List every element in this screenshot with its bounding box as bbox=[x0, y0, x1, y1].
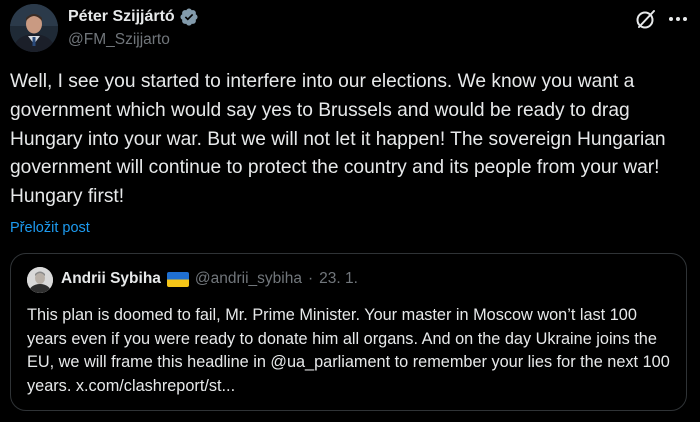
author-display-name[interactable]: Péter Szijjártó bbox=[68, 8, 175, 26]
grok-icon[interactable] bbox=[635, 8, 657, 30]
quoted-author-avatar-image bbox=[27, 267, 53, 293]
quoted-separator: · bbox=[307, 270, 314, 287]
post-text: Well, I see you started to interfere int… bbox=[10, 71, 666, 208]
quoted-author-handle[interactable]: @andrii_sybiha bbox=[195, 270, 302, 288]
quoted-post-text: This plan is doomed to fail, Mr. Prime M… bbox=[27, 306, 670, 395]
quoted-author-name[interactable]: Andrii Sybiha bbox=[61, 270, 161, 288]
author-info: Péter Szijjártó @FM_Szijjarto bbox=[68, 7, 199, 49]
author-avatar-image bbox=[10, 4, 58, 52]
author-avatar[interactable] bbox=[10, 4, 58, 52]
verified-badge-icon[interactable] bbox=[179, 7, 199, 27]
author-name-row: Péter Szijjártó bbox=[68, 7, 199, 27]
post: Péter Szijjártó @FM_Szijjarto Well, I se… bbox=[0, 0, 700, 422]
quoted-post[interactable]: Andrii Sybiha @andrii_sybiha · 23. 1. Th… bbox=[10, 253, 687, 411]
quoted-author-row: Andrii Sybiha @andrii_sybiha · 23. 1. bbox=[61, 270, 358, 288]
more-options-icon[interactable] bbox=[666, 8, 690, 30]
ukraine-flag-icon bbox=[166, 271, 189, 287]
translate-post-link[interactable]: Přeložit post bbox=[10, 220, 90, 236]
quoted-date[interactable]: 23. 1. bbox=[319, 270, 358, 288]
quoted-author-avatar[interactable] bbox=[27, 267, 53, 293]
author-handle[interactable]: @FM_Szijjarto bbox=[68, 31, 199, 49]
